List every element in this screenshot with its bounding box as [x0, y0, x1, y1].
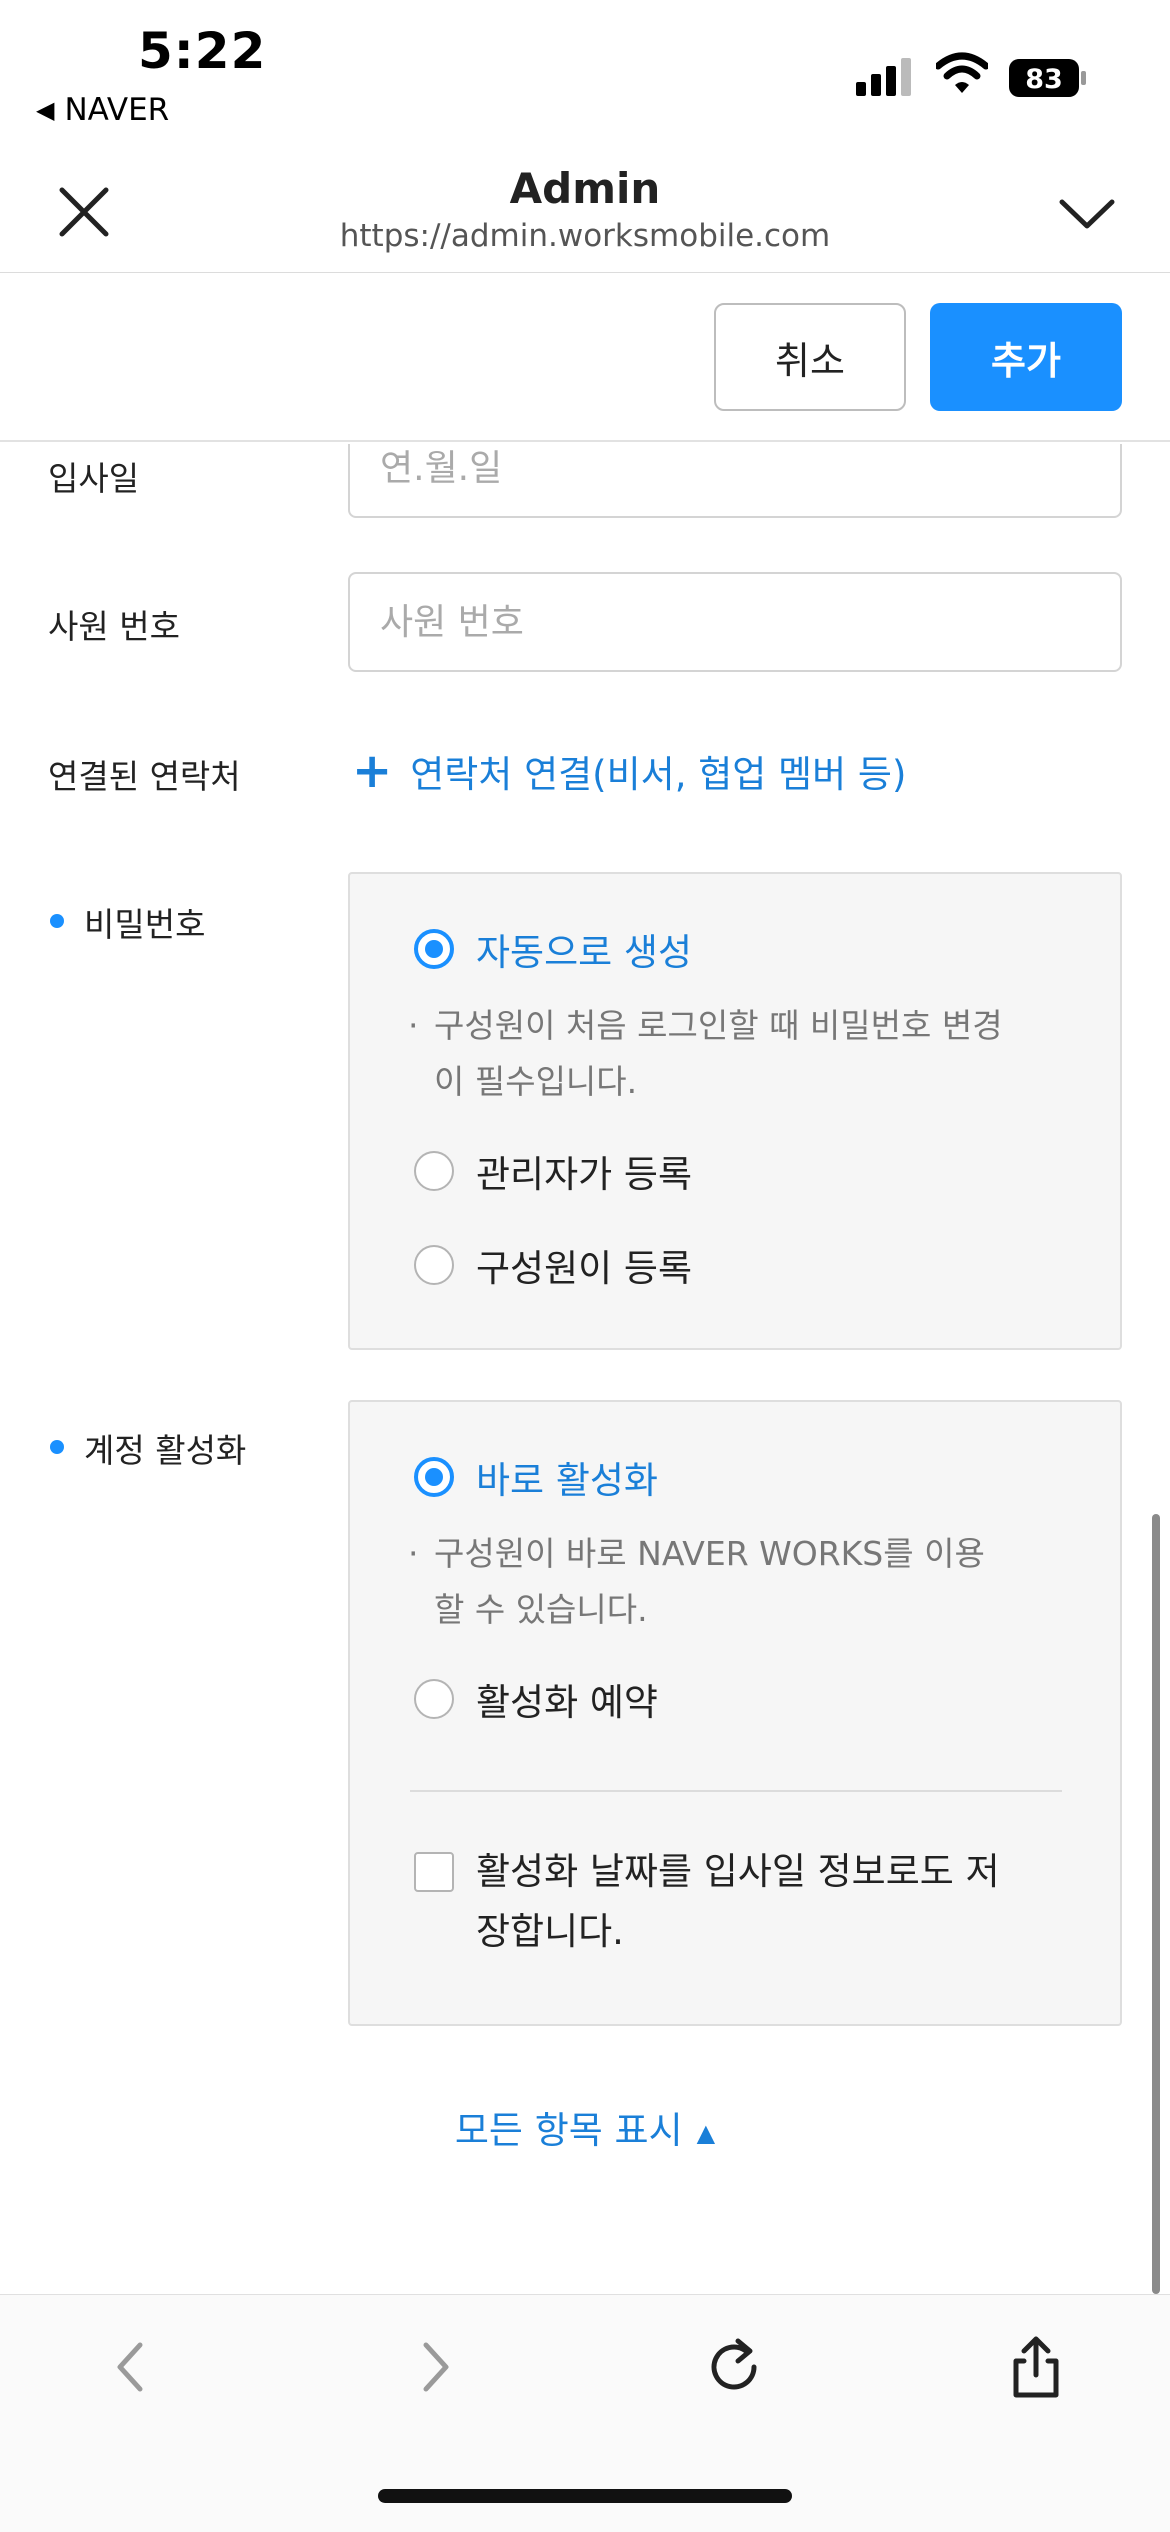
cellular-signal-icon [856, 58, 911, 96]
password-option-admin[interactable]: 관리자가 등록 [414, 1144, 692, 1198]
checkbox-unchecked-icon [414, 1852, 454, 1892]
wifi-icon [936, 52, 988, 93]
password-note-line1: 구성원이 처음 로그인할 때 비밀번호 변경 [434, 1006, 1003, 1045]
cancel-button[interactable]: 취소 [714, 303, 906, 411]
page-url: https://admin.worksmobile.com [339, 218, 831, 254]
forward-arrow-icon[interactable] [398, 2331, 470, 2403]
hire-date-label: 입사일 [48, 459, 140, 498]
password-options-panel: 자동으로 생성 · 구성원이 처음 로그인할 때 비밀번호 변경 이 필수입니다… [348, 872, 1122, 1350]
share-icon[interactable] [1000, 2331, 1072, 2403]
radio-unselected-icon [414, 1245, 454, 1285]
activation-option-now[interactable]: 바로 활성화 [414, 1450, 658, 1504]
required-dot [50, 914, 64, 928]
home-indicator [378, 2489, 792, 2503]
back-to-app-link[interactable]: ◀ NAVER [36, 92, 169, 128]
password-option-auto-label: 자동으로 생성 [476, 931, 693, 974]
status-bar: 5:22 ◀ NAVER 83 [0, 0, 1170, 150]
activation-note-line1: 구성원이 바로 NAVER WORKS를 이용 [434, 1534, 985, 1573]
show-all-fields-label: 모든 항목 표시 [454, 2109, 683, 2152]
save-as-hire-date-label: 활성화 날짜를 입사일 정보로도 저 장합니다. [476, 1842, 1000, 1962]
back-app-label: NAVER [64, 92, 170, 128]
browser-header: Admin https://admin.worksmobile.com [0, 150, 1170, 270]
radio-unselected-icon [414, 1679, 454, 1719]
save-as-hire-date-line2: 장합니다. [476, 1910, 624, 1953]
page-title: Admin [509, 164, 661, 213]
password-note: · 구성원이 처음 로그인할 때 비밀번호 변경 이 필수입니다. [408, 998, 1068, 1110]
scrollbar[interactable] [1152, 1514, 1160, 2294]
radio-unselected-icon [414, 1151, 454, 1191]
password-option-member-label: 구성원이 등록 [476, 1247, 693, 1290]
save-as-hire-date-checkbox[interactable]: 활성화 날짜를 입사일 정보로도 저 장합니다. [414, 1842, 1054, 1962]
hire-date-input[interactable] [348, 444, 1122, 518]
password-option-member[interactable]: 구성원이 등록 [414, 1238, 692, 1292]
link-contacts-label: 연락처 연결(비서, 협업 멤버 등) [410, 753, 907, 796]
bullet: · [408, 1006, 419, 1045]
save-as-hire-date-line1: 활성화 날짜를 입사일 정보로도 저 [476, 1850, 1000, 1893]
browser-toolbar [0, 2294, 1170, 2532]
activation-note: · 구성원이 바로 NAVER WORKS를 이용 할 수 있습니다. [408, 1526, 1068, 1638]
caret-up-icon: ▲ [696, 2118, 716, 2147]
password-note-line2: 이 필수입니다. [434, 1062, 638, 1101]
plus-icon: + [352, 743, 393, 799]
link-contacts-button[interactable]: + 연락처 연결(비서, 협업 멤버 등) [352, 744, 906, 798]
password-label: 비밀번호 [84, 905, 206, 944]
account-activation-label: 계정 활성화 [84, 1431, 247, 1470]
back-triangle-icon: ◀ [36, 96, 55, 124]
radio-selected-icon [414, 1457, 454, 1497]
radio-selected-icon [414, 929, 454, 969]
password-option-auto[interactable]: 자동으로 생성 [414, 922, 692, 976]
battery-icon: 83 [1009, 59, 1086, 97]
back-arrow-icon[interactable] [96, 2331, 168, 2403]
activation-option-now-label: 바로 활성화 [476, 1459, 658, 1502]
employee-number-input[interactable] [348, 572, 1122, 672]
activation-options-panel: 바로 활성화 · 구성원이 바로 NAVER WORKS를 이용 할 수 있습니… [348, 1400, 1122, 2026]
bullet: · [408, 1534, 419, 1573]
action-bar: 취소 추가 [0, 272, 1170, 442]
password-option-admin-label: 관리자가 등록 [476, 1153, 693, 1196]
status-time: 5:22 [138, 22, 267, 80]
reload-icon[interactable] [700, 2331, 772, 2403]
activation-note-line2: 할 수 있습니다. [434, 1590, 648, 1629]
activation-option-schedule[interactable]: 활성화 예약 [414, 1672, 658, 1726]
activation-option-schedule-label: 활성화 예약 [476, 1681, 658, 1724]
linked-contacts-label: 연결된 연락처 [48, 757, 241, 796]
add-button[interactable]: 추가 [930, 303, 1122, 411]
chevron-down-icon[interactable] [1056, 184, 1118, 246]
show-all-fields-toggle[interactable]: 모든 항목 표시 ▲ [0, 2100, 1170, 2154]
required-dot [50, 1440, 64, 1454]
employee-number-label: 사원 번호 [48, 607, 180, 646]
panel-divider [410, 1790, 1062, 1792]
battery-level: 83 [1025, 64, 1063, 95]
user-form: 입사일 사원 번호 연결된 연락처 + 연락처 연결(비서, 협업 멤버 등) … [0, 444, 1170, 2294]
